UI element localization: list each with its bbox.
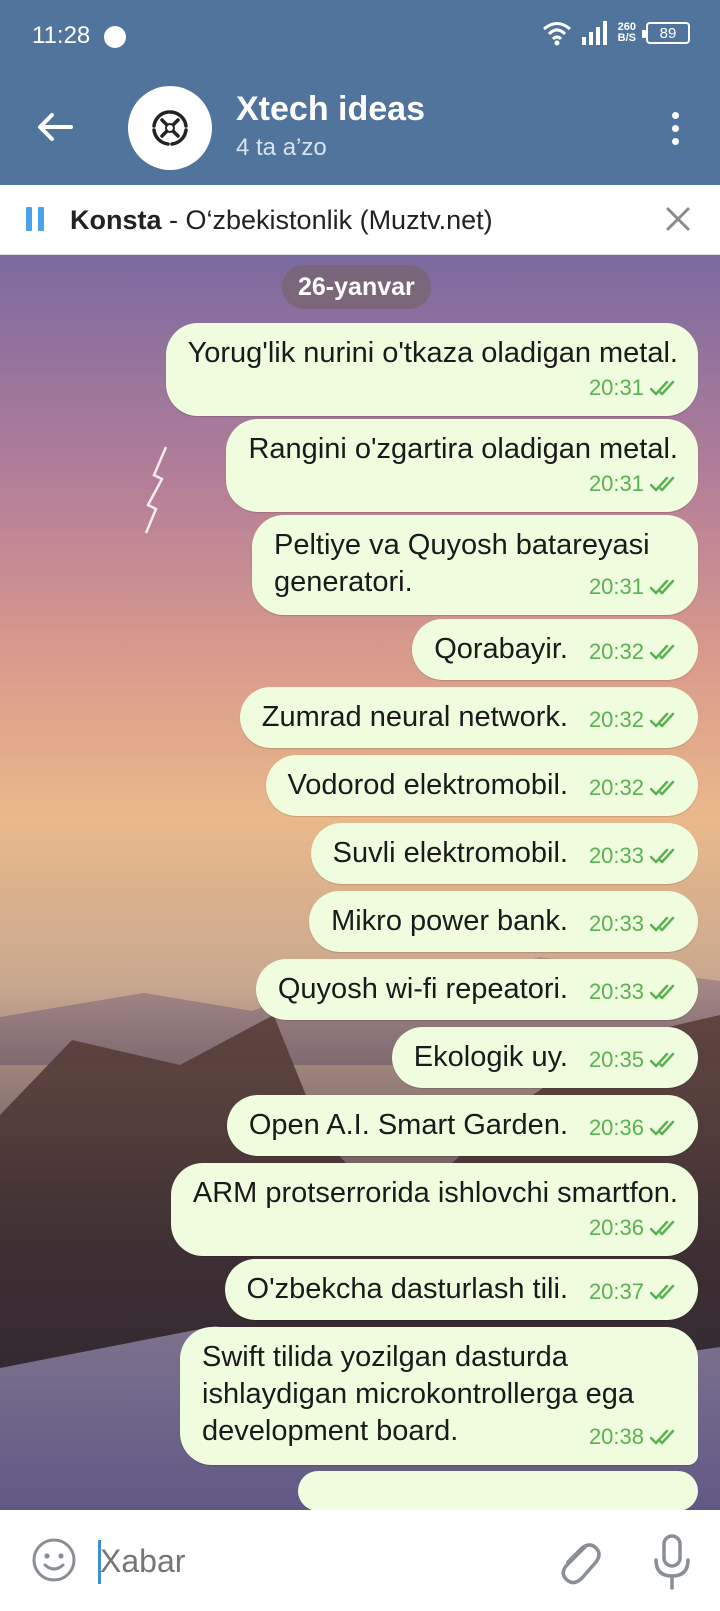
- message-bubble[interactable]: Suvli elektromobil. 20:33: [310, 823, 698, 884]
- now-playing[interactable]: Konsta - O‘zbekistonlik (Muztv.net): [70, 205, 493, 236]
- message-meta: 20:36: [589, 1109, 682, 1146]
- message-time: 20:33: [588, 911, 644, 936]
- message-text-line: Swift tilida yozilgan dasturda: [202, 1341, 568, 1373]
- double-check-icon: [650, 644, 675, 660]
- signal-icon: [581, 21, 607, 45]
- wifi-icon: [542, 22, 571, 46]
- message-time: 20:36: [588, 1215, 644, 1240]
- chat-header: Xtech ideas 4 ta a’zo: [0, 70, 720, 185]
- more-vert-icon: [671, 111, 679, 119]
- attach-icon[interactable]: [552, 1532, 602, 1588]
- message-bubble[interactable]: ARM protserrorida ishlovchi smartfon. 20…: [170, 1163, 698, 1256]
- message-meta: 20:31: [589, 369, 682, 406]
- message-meta: 20:38: [589, 1418, 682, 1455]
- message-text: Yorug'lik nurini o'tkaza oladigan metal.: [187, 337, 678, 369]
- message-meta: 20:31: [589, 465, 682, 502]
- message-bubble[interactable]: O'zbekcha dasturlash tili. 20:37: [224, 1259, 698, 1320]
- battery-level: 89: [659, 24, 677, 42]
- double-check-icon: [650, 712, 675, 728]
- double-check-icon: [650, 380, 675, 396]
- message-meta: 20:37: [589, 1273, 682, 1310]
- message-meta: 20:33: [589, 973, 682, 1010]
- message-meta: 20:32: [589, 701, 682, 738]
- message-text: Rangini o'zgartira oladigan metal.: [248, 433, 678, 465]
- chat-title[interactable]: Xtech ideas: [236, 90, 425, 129]
- player-separator: -: [161, 205, 186, 235]
- message-time: 20:31: [588, 471, 644, 496]
- message-text-line: Peltiye va Quyosh batareyasi: [274, 529, 650, 561]
- message-bubble[interactable]: Ekologik uy. 20:35: [391, 1027, 698, 1088]
- wallpaper-lightning: [144, 446, 168, 534]
- message-time: 20:35: [588, 1047, 644, 1072]
- group-avatar[interactable]: [128, 86, 212, 170]
- message-meta: 20:33: [589, 905, 682, 942]
- double-check-icon: [650, 579, 675, 595]
- player-artist: Konsta: [70, 205, 162, 235]
- network-speed-unit: B/S: [617, 32, 636, 44]
- pause-icon: [26, 207, 32, 231]
- message-meta: 20:32: [589, 769, 682, 806]
- message-composer: [0, 1510, 720, 1611]
- message-input[interactable]: [100, 1538, 500, 1584]
- message-bubble[interactable]: Peltiye va Quyosh batareyasi generatori.…: [252, 515, 698, 615]
- message-time: 20:32: [588, 707, 644, 732]
- message-time: 20:36: [588, 1115, 644, 1140]
- double-check-icon: [650, 984, 675, 1000]
- emoji-icon[interactable]: [30, 1536, 78, 1584]
- double-check-icon: [650, 848, 675, 864]
- message-bubble[interactable]: Quyosh wi-fi repeatori. 20:33: [255, 959, 698, 1020]
- message-time: 20:32: [588, 775, 644, 800]
- status-time: 11:28: [32, 22, 91, 49]
- message-bubble[interactable]: Mikro power bank. 20:33: [309, 891, 698, 952]
- double-check-icon: [650, 1120, 675, 1136]
- player-track: O‘zbekistonlik (Muztv.net): [185, 205, 493, 235]
- message-time: 20:33: [588, 843, 644, 868]
- double-check-icon: [650, 1429, 675, 1445]
- message-time: 20:31: [588, 574, 644, 599]
- double-check-icon: [650, 476, 675, 492]
- message-bubble[interactable]: Vodorod elektromobil. 20:32: [265, 755, 698, 816]
- message-meta: 20:33: [589, 837, 682, 874]
- pause-button[interactable]: [26, 207, 46, 231]
- message-bubble[interactable]: Rangini o'zgartira oladigan metal. 20:31: [226, 419, 698, 512]
- message-bubble[interactable]: Yorug'lik nurini o'tkaza oladigan metal.…: [165, 323, 698, 416]
- back-arrow-icon: [38, 113, 73, 141]
- status-indicators: 260 B/S 89: [542, 20, 690, 46]
- message-time: 20:33: [588, 979, 644, 1004]
- status-bar: 11:28 260 B/S 89: [0, 0, 720, 70]
- message-bubble[interactable]: Qorabayir. 20:32: [412, 619, 698, 680]
- message-bubble-partial[interactable]: [298, 1471, 698, 1510]
- date-separator: 26-yanvar: [282, 265, 431, 309]
- message-time: 20:37: [588, 1279, 644, 1304]
- double-check-icon: [650, 916, 675, 932]
- network-speed: 260 B/S: [618, 22, 636, 44]
- message-time: 20:31: [588, 375, 644, 400]
- message-bubble[interactable]: Zumrad neural network. 20:32: [239, 687, 698, 748]
- member-count: 4 ta a’zo: [236, 134, 327, 161]
- double-check-icon: [650, 1284, 675, 1300]
- message-meta: 20:35: [589, 1041, 682, 1078]
- mic-icon[interactable]: [652, 1532, 692, 1592]
- double-check-icon: [650, 780, 675, 796]
- message-meta: 20:32: [589, 633, 682, 670]
- message-time: 20:38: [588, 1424, 644, 1449]
- audio-player-bar[interactable]: Konsta - O‘zbekistonlik (Muztv.net): [0, 185, 720, 255]
- close-icon[interactable]: [662, 203, 694, 235]
- message-bubble[interactable]: Open A.I. Smart Garden. 20:36: [226, 1095, 698, 1156]
- message-bubble[interactable]: Swift tilida yozilgan dasturda ishlaydig…: [180, 1327, 698, 1465]
- chat-messages-area[interactable]: 26-yanvar Yorug'lik nurini o'tkaza oladi…: [0, 255, 720, 1510]
- message-meta: 20:36: [589, 1209, 682, 1246]
- back-button[interactable]: [30, 102, 80, 152]
- message-text: ARM protserrorida ishlovchi smartfon.: [192, 1177, 678, 1209]
- message-meta: 20:31: [589, 568, 682, 605]
- double-check-icon: [650, 1220, 675, 1236]
- double-check-icon: [650, 1052, 675, 1068]
- message-time: 20:32: [588, 639, 644, 664]
- more-options-button[interactable]: [660, 100, 690, 156]
- group-logo-icon: [152, 110, 188, 146]
- message-text-line: ishlaydigan microkontrollerga ega: [202, 1378, 635, 1410]
- battery-indicator: 89: [642, 22, 690, 44]
- notification-dot: [104, 26, 126, 48]
